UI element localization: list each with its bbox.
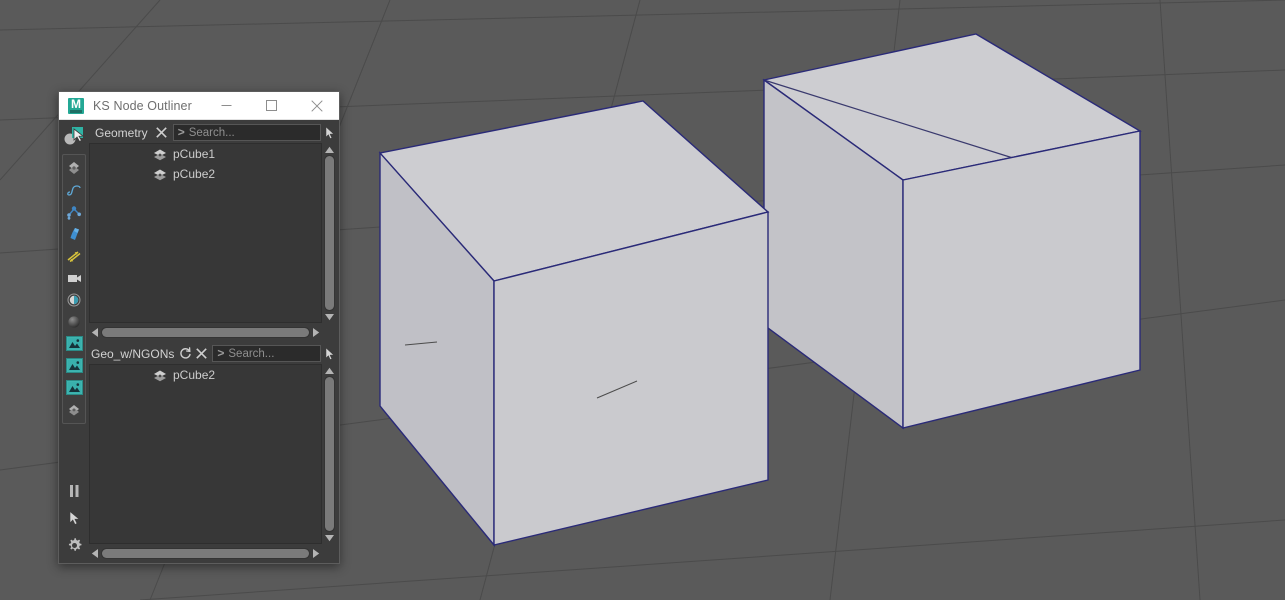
list-item[interactable]: pCube1 [90,144,321,164]
panel-geometry-cursor-arrow-icon[interactable] [323,125,337,140]
panel-geometry-clear-x-icon[interactable] [154,125,170,141]
list-item-label: pCube2 [173,167,216,181]
minimize-button[interactable] [204,92,249,119]
gear-settings-icon[interactable] [62,532,86,558]
panel-geo-ngons-main: pCube2 [89,364,337,544]
shader-sphere-icon[interactable] [62,311,86,332]
search-prompt-icon: > [217,346,225,360]
joint-skeleton-icon[interactable] [62,201,86,222]
window-titlebar[interactable]: M KS Node Outliner [59,92,339,120]
polygon-mesh-icon [152,168,168,181]
scroll-down-arrow-icon[interactable] [323,311,336,322]
panel-geometry-search-input[interactable] [188,125,320,140]
maximize-icon [266,100,277,111]
horizontal-scroll-thumb[interactable] [102,328,309,337]
toolbar-bottom-group[interactable] [59,478,89,559]
panel-geometry-main: pCube1 pCube2 [89,143,337,323]
camera-icon[interactable] [62,267,86,288]
vertical-scroll-thumb[interactable] [325,377,334,531]
panel-geometry: Geometry > Search... pCube1 pCube2 [89,122,337,340]
panel-geo-ngons-vertical-scrollbar[interactable] [322,364,337,544]
list-item[interactable]: pCube2 [90,365,321,385]
curve-icon[interactable] [62,179,86,200]
yellow-arrows-icon[interactable] [62,245,86,266]
window-title: KS Node Outliner [93,98,192,113]
maya-m-icon: M [68,97,84,114]
panel-geo-ngons: Geo_w/NGONs > Search... pCube2 [89,343,337,561]
panel-geo-ngons-footer [89,544,337,561]
close-button[interactable] [294,92,339,119]
panel-geometry-header: Geometry > [89,122,337,143]
mesh-diamond-small-icon[interactable] [62,399,86,420]
polygon-mesh-icon [152,148,168,161]
panel-geo-ngons-search-box[interactable]: > [212,345,321,362]
panel-geo-ngons-title: Geo_w/NGONs [91,346,175,361]
light-icon[interactable] [62,289,86,310]
vertical-scroll-thumb[interactable] [325,156,334,310]
vertical-scroll-track[interactable] [324,376,335,532]
vertical-scroll-track[interactable] [324,155,335,311]
list-item-label: pCube2 [173,368,216,382]
mesh-pcube2[interactable] [762,33,1142,430]
list-item[interactable]: pCube2 [90,164,321,184]
panel-geometry-list[interactable]: pCube1 pCube2 [89,143,322,323]
panel-geo-ngons-clear-x-icon[interactable] [193,346,209,362]
search-prompt-icon: > [177,125,185,139]
texture-image-icon-1[interactable] [62,333,86,354]
ks-node-outliner-window[interactable]: M KS Node Outliner Geometry > Search... … [58,91,340,564]
deformer-icon[interactable] [62,223,86,244]
texture-image-icon-2[interactable] [62,355,86,376]
scroll-up-arrow-icon[interactable] [323,365,336,376]
scroll-down-arrow-icon[interactable] [323,532,336,543]
scroll-left-arrow-icon[interactable] [89,326,101,339]
cursor-arrow-icon[interactable] [62,505,86,531]
panel-geo-ngons-horizontal-scrollbar[interactable] [89,546,322,561]
polygon-mesh-icon [152,369,168,382]
select-pointer-sphere-icon[interactable] [62,124,86,148]
panel-geo-ngons-search-input[interactable] [228,346,320,361]
panel-geo-ngons-header: Geo_w/NGONs > [89,343,337,364]
pause-icon[interactable] [62,478,86,504]
panel-geo-ngons-cursor-arrow-icon[interactable] [323,346,337,361]
horizontal-scroll-thumb[interactable] [102,549,309,558]
mesh-pcube1[interactable] [378,100,770,547]
list-item-label: pCube1 [173,147,216,161]
tool-group[interactable] [62,154,86,424]
panel-geo-ngons-list[interactable]: pCube2 [89,364,322,544]
scroll-up-arrow-icon[interactable] [323,144,336,155]
maximize-button[interactable] [249,92,294,119]
close-icon [310,99,323,112]
minimize-icon [221,105,232,106]
panel-geometry-title: Geometry [95,125,148,140]
outliner-panels: Geometry > Search... pCube1 pCube2 Geo_w… [89,120,339,563]
scroll-right-arrow-icon[interactable] [310,326,322,339]
panel-geometry-footer [89,323,337,340]
horizontal-scroll-track[interactable] [101,548,310,559]
left-toolbar[interactable] [59,120,89,563]
panel-geometry-horizontal-scrollbar[interactable] [89,325,322,340]
mesh-diamond-icon[interactable] [62,157,86,178]
scroll-left-arrow-icon[interactable] [89,547,101,560]
horizontal-scroll-track[interactable] [101,327,310,338]
panel-geometry-vertical-scrollbar[interactable] [322,143,337,323]
panel-geometry-search-box[interactable]: > [172,124,321,141]
scroll-right-arrow-icon[interactable] [310,547,322,560]
panel-geo-ngons-refresh-circle-icon[interactable] [177,346,193,362]
texture-image-icon-3[interactable] [62,377,86,398]
window-body: Geometry > Search... pCube1 pCube2 Geo_w… [59,120,339,563]
